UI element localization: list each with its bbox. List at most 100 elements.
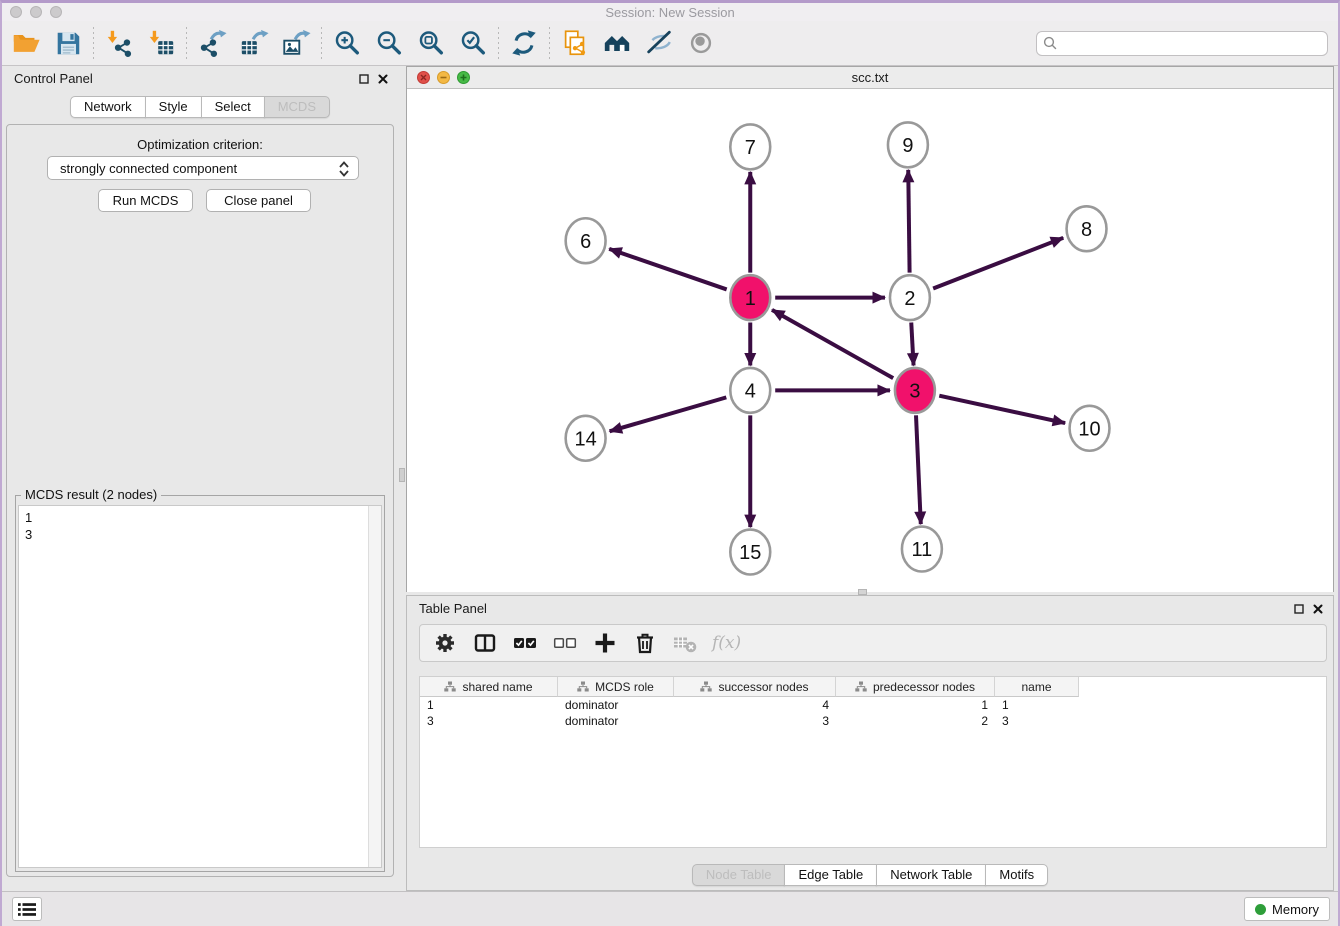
table-tab-node-table[interactable]: Node Table xyxy=(692,864,786,886)
export-network-icon[interactable] xyxy=(196,27,228,59)
column-header-shared-name[interactable]: shared name xyxy=(420,677,558,697)
node-table: shared nameMCDS rolesuccessor nodesprede… xyxy=(419,676,1327,848)
clone-network-icon[interactable] xyxy=(559,27,591,59)
cell-shared-name: 1 xyxy=(420,697,558,713)
zoom-in-icon[interactable] xyxy=(331,27,363,59)
import-table-icon[interactable] xyxy=(145,27,177,59)
select-all-icon[interactable] xyxy=(512,630,538,656)
column-header-name[interactable]: name xyxy=(995,677,1079,697)
first-neighbors-icon[interactable] xyxy=(601,27,633,59)
cell-mcds-role: dominator xyxy=(558,697,674,713)
open-session-icon[interactable] xyxy=(10,27,42,59)
table-toolbar: f(x) xyxy=(419,624,1327,662)
svg-text:6: 6 xyxy=(580,231,591,253)
graph-node-8[interactable]: 8 xyxy=(1067,206,1107,251)
close-panel-button[interactable]: Close panel xyxy=(206,189,311,212)
settings-icon[interactable] xyxy=(432,630,458,656)
edge-4-14[interactable] xyxy=(610,397,727,431)
network-window-title: scc.txt xyxy=(407,70,1333,85)
vertical-splitter[interactable] xyxy=(398,66,406,891)
table-tab-motifs[interactable]: Motifs xyxy=(985,864,1048,886)
zoom-selected-icon[interactable] xyxy=(457,27,489,59)
graph-node-9[interactable]: 9 xyxy=(888,122,928,167)
float-table-panel-icon[interactable] xyxy=(1294,601,1304,619)
tab-mcds[interactable]: MCDS xyxy=(264,96,330,118)
column-header-predecessor-nodes[interactable]: predecessor nodes xyxy=(836,677,995,697)
search-icon xyxy=(1043,36,1058,56)
cell-successor-nodes: 3 xyxy=(674,713,836,729)
window-titlebar: Session: New Session xyxy=(2,3,1338,21)
search-input[interactable] xyxy=(1036,31,1328,56)
result-scrollbar[interactable] xyxy=(368,506,381,867)
zoom-out-icon[interactable] xyxy=(373,27,405,59)
column-type-icon xyxy=(855,681,867,692)
network-canvas[interactable]: 7 9 6 8 1 2 4 3 14 10 15 11 xyxy=(407,89,1333,592)
tab-select[interactable]: Select xyxy=(201,96,265,118)
column-type-icon xyxy=(700,681,712,692)
table-row[interactable]: 1dominator411 xyxy=(420,697,1326,713)
cell-name: 1 xyxy=(995,697,1079,713)
close-table-panel-icon[interactable] xyxy=(1313,601,1323,619)
network-view-window: scc.txt 7 9 6 8 1 2 4 3 14 10 15 11 xyxy=(406,66,1334,592)
column-header-successor-nodes[interactable]: successor nodes xyxy=(674,677,836,697)
show-all-icon[interactable] xyxy=(685,27,717,59)
table-tabs: Node TableEdge TableNetwork TableMotifs xyxy=(407,864,1333,886)
mcds-result-text[interactable]: 1 3 xyxy=(19,506,367,867)
svg-text:4: 4 xyxy=(745,381,756,403)
edge-1-6[interactable] xyxy=(609,249,726,290)
main-toolbar xyxy=(2,21,1338,66)
graph-node-4[interactable]: 4 xyxy=(730,368,770,413)
create-column-icon[interactable] xyxy=(592,630,618,656)
graph-node-6[interactable]: 6 xyxy=(566,218,606,263)
criterion-select[interactable]: strongly connected component xyxy=(47,156,359,180)
graph-node-2[interactable]: 2 xyxy=(890,275,930,320)
close-panel-icon[interactable] xyxy=(378,71,388,89)
graph-node-11[interactable]: 11 xyxy=(902,527,942,572)
float-panel-icon[interactable] xyxy=(359,71,369,89)
edge-3-10[interactable] xyxy=(939,396,1065,423)
graph-node-14[interactable]: 14 xyxy=(566,416,606,461)
export-table-icon[interactable] xyxy=(238,27,270,59)
mcds-result-group: MCDS result (2 nodes) 1 3 xyxy=(15,495,385,872)
graph-node-3[interactable]: 3 xyxy=(895,368,935,413)
import-network-icon[interactable] xyxy=(103,27,135,59)
control-panel-title: Control Panel xyxy=(14,71,93,86)
deselect-all-icon[interactable] xyxy=(552,630,578,656)
table-panel-title: Table Panel xyxy=(419,601,487,616)
graph-node-10[interactable]: 10 xyxy=(1070,406,1110,451)
memory-button[interactable]: Memory xyxy=(1244,897,1330,921)
delete-columns-icon[interactable] xyxy=(632,630,658,656)
edge-3-11[interactable] xyxy=(916,415,921,524)
window-title: Session: New Session xyxy=(2,5,1338,20)
refresh-view-icon[interactable] xyxy=(508,27,540,59)
edge-2-3[interactable] xyxy=(911,323,913,366)
tab-network[interactable]: Network xyxy=(70,96,146,118)
criterion-select-value: strongly connected component xyxy=(60,161,237,176)
column-header-mcds-role[interactable]: MCDS role xyxy=(558,677,674,697)
hide-selected-icon[interactable] xyxy=(643,27,675,59)
export-image-icon[interactable] xyxy=(280,27,312,59)
search-box xyxy=(1036,31,1328,56)
svg-text:1: 1 xyxy=(745,288,756,310)
cell-shared-name: 3 xyxy=(420,713,558,729)
table-tab-network-table[interactable]: Network Table xyxy=(876,864,986,886)
save-session-icon[interactable] xyxy=(52,27,84,59)
graph-node-1[interactable]: 1 xyxy=(730,275,770,320)
apply-function-icon[interactable]: f(x) xyxy=(712,633,741,653)
run-mcds-button[interactable]: Run MCDS xyxy=(98,189,193,212)
edge-3-1[interactable] xyxy=(772,310,893,378)
edge-2-8[interactable] xyxy=(933,238,1063,289)
edge-2-9[interactable] xyxy=(908,170,909,273)
graph-node-15[interactable]: 15 xyxy=(730,530,770,575)
table-row[interactable]: 3dominator323 xyxy=(420,713,1326,729)
app-window: Session: New Session xyxy=(0,0,1340,926)
table-tab-edge-table[interactable]: Edge Table xyxy=(784,864,877,886)
show-columns-icon[interactable] xyxy=(472,630,498,656)
graph-node-7[interactable]: 7 xyxy=(730,124,770,169)
memory-status-icon xyxy=(1255,904,1266,915)
task-history-button[interactable] xyxy=(12,897,42,921)
delete-table-icon[interactable] xyxy=(672,630,698,656)
svg-text:7: 7 xyxy=(745,137,756,159)
tab-style[interactable]: Style xyxy=(145,96,202,118)
zoom-fit-icon[interactable] xyxy=(415,27,447,59)
